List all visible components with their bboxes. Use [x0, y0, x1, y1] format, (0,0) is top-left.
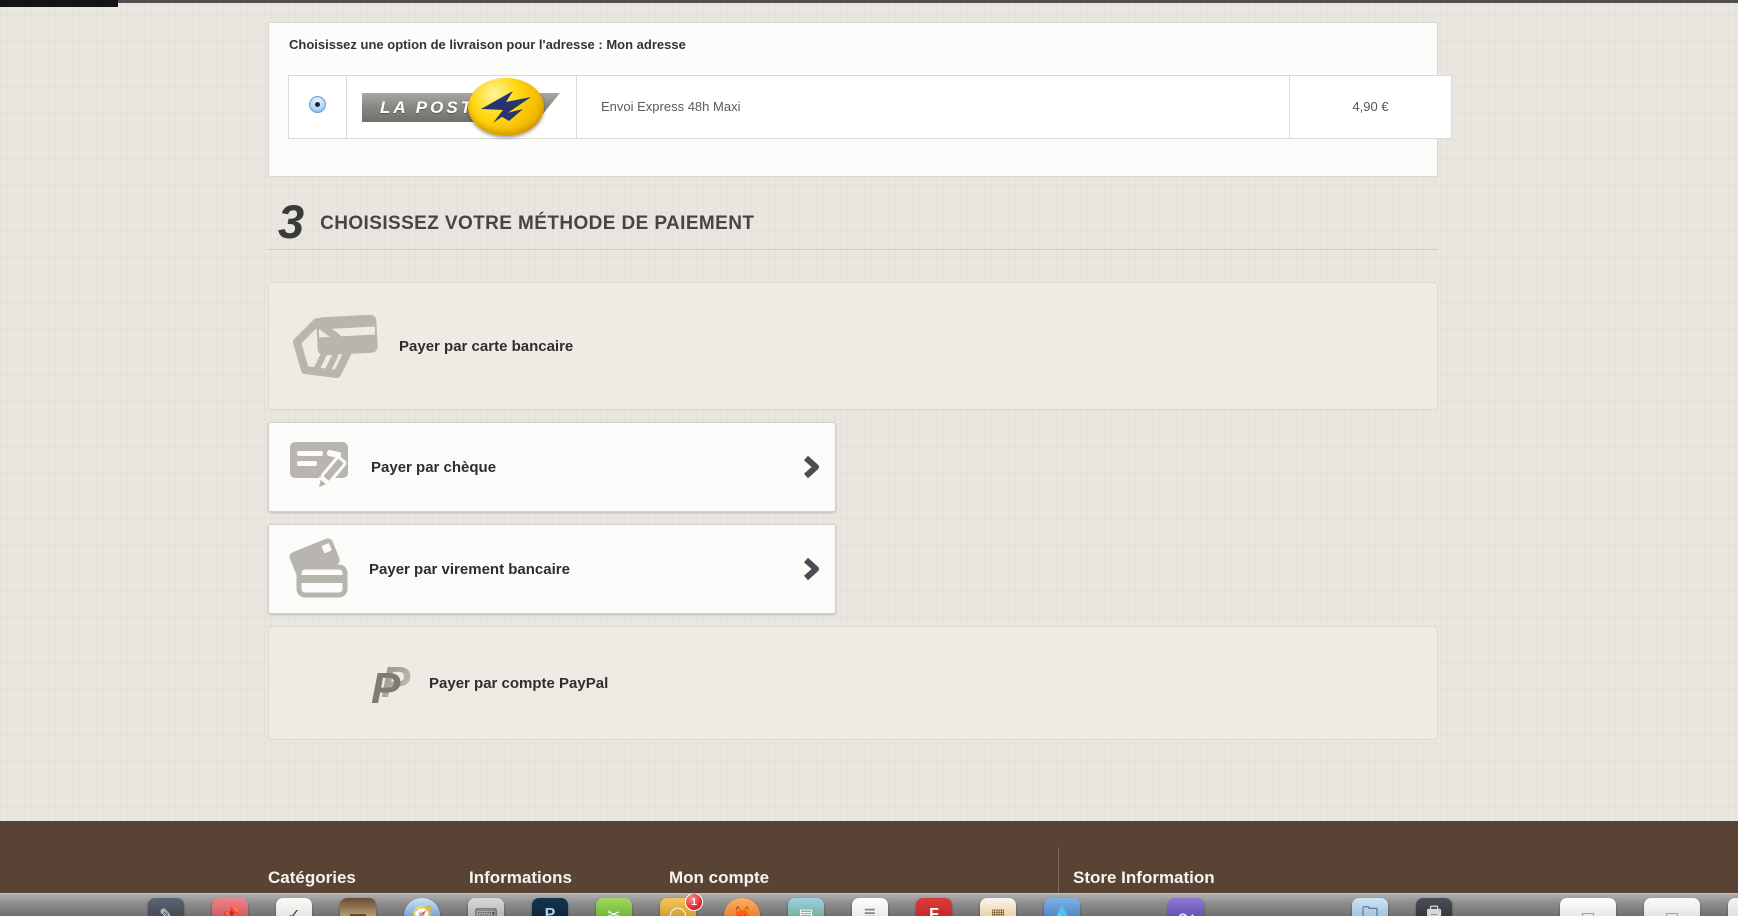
footer-heading-store-information[interactable]: Store Information: [1073, 868, 1215, 888]
bank-transfer-cards-icon: [289, 538, 348, 598]
green-scissors-icon[interactable]: ✂: [596, 898, 632, 916]
laposte-logo: LA POSTE: [362, 78, 567, 136]
payment-step-header: 3 CHOISISSEZ VOTRE MÉTHODE DE PAIEMENT: [268, 188, 1438, 250]
keynote-icon[interactable]: ▤: [788, 898, 824, 916]
dashboard-icon[interactable]: ⌨: [468, 898, 504, 916]
delivery-title: Choisissez une option de livraison pour …: [289, 37, 686, 52]
minimized-window-2-icon[interactable]: ▭: [1644, 898, 1700, 916]
minimized-window-3-icon[interactable]: ▭: [1728, 898, 1738, 916]
svg-text:P: P: [371, 664, 401, 709]
footer-heading-informations[interactable]: Informations: [469, 868, 572, 888]
browser-top-edge: [0, 0, 1738, 3]
safari-icon[interactable]: 🧭: [404, 898, 440, 916]
cheque-pen-icon: [290, 442, 348, 491]
payment-option-paypal[interactable]: P P Payer par compte PayPal: [268, 626, 1438, 740]
chevron-right-icon: [803, 557, 819, 581]
note-check-icon[interactable]: ✓: [276, 898, 312, 916]
paypal-icon: P P: [371, 658, 411, 709]
minimized-window-1-icon[interactable]: ▭: [1560, 898, 1616, 916]
fireworks-stamp-icon[interactable]: F: [916, 898, 952, 916]
payment-step-title: CHOISISSEZ VOTRE MÉTHODE DE PAIEMENT: [320, 213, 755, 234]
chevron-right-icon: [803, 455, 819, 479]
payment-option-label: Payer par compte PayPal: [429, 674, 609, 692]
firefox-icon[interactable]: 🦊: [724, 898, 760, 916]
delivery-option-label: Envoi Express 48h Maxi: [601, 99, 741, 114]
delivery-option-price: 4,90 €: [1352, 99, 1389, 114]
browser-tab-remnant: [0, 0, 118, 7]
payment-option-virement[interactable]: Payer par virement bancaire: [268, 524, 836, 614]
credit-card-hand-icon: [293, 314, 378, 378]
pages-doc-icon[interactable]: ≣: [852, 898, 888, 916]
payment-option-cheque[interactable]: Payer par chèque: [268, 422, 836, 512]
delivery-options-panel: Choisissez une option de livraison pour …: [268, 22, 1452, 177]
carrier-radio-selected[interactable]: [309, 96, 326, 113]
blue-folder-icon[interactable]: 🗀: [1352, 898, 1388, 916]
printer-icon[interactable]: 🖶: [1416, 898, 1452, 916]
spiral-calendar-icon[interactable]: ▦: [980, 898, 1016, 916]
text-editor-icon[interactable]: ✎: [148, 898, 184, 916]
laposte-bird-icon: [481, 91, 531, 123]
page: Choisissez une option de livraison pour …: [0, 0, 1738, 916]
blue-drops-icon[interactable]: 💧: [1044, 898, 1080, 916]
purple-wisp-icon[interactable]: 〜: [1168, 898, 1204, 916]
step-number: 3: [278, 194, 305, 248]
payment-option-card-bancaire[interactable]: Payer par carte bancaire: [268, 282, 1438, 410]
red-calendar-icon[interactable]: 📌: [212, 898, 248, 916]
carrier-table: LA POSTE Envoi Express 48h Maxi 4,90 €: [288, 75, 1452, 139]
payment-option-label: Payer par virement bancaire: [369, 560, 570, 578]
carrier-row[interactable]: LA POSTE Envoi Express 48h Maxi 4,90 €: [288, 75, 1452, 139]
payment-option-label: Payer par chèque: [371, 458, 497, 476]
payment-option-label: Payer par carte bancaire: [399, 337, 574, 355]
footer-heading-categories[interactable]: Catégories: [268, 868, 356, 888]
stickies-icon[interactable]: ▬: [340, 898, 376, 916]
gold-ring-icon[interactable]: ◯ 1: [660, 894, 703, 916]
footer-heading-mon-compte[interactable]: Mon compte: [669, 868, 769, 888]
dock[interactable]: ✎📌✓▬🧭⌨P✂◯1🦊▤≣F▦💧〜🗀🖶▭▭▭◍: [0, 893, 1738, 916]
photoshop-icon[interactable]: P: [532, 898, 568, 916]
